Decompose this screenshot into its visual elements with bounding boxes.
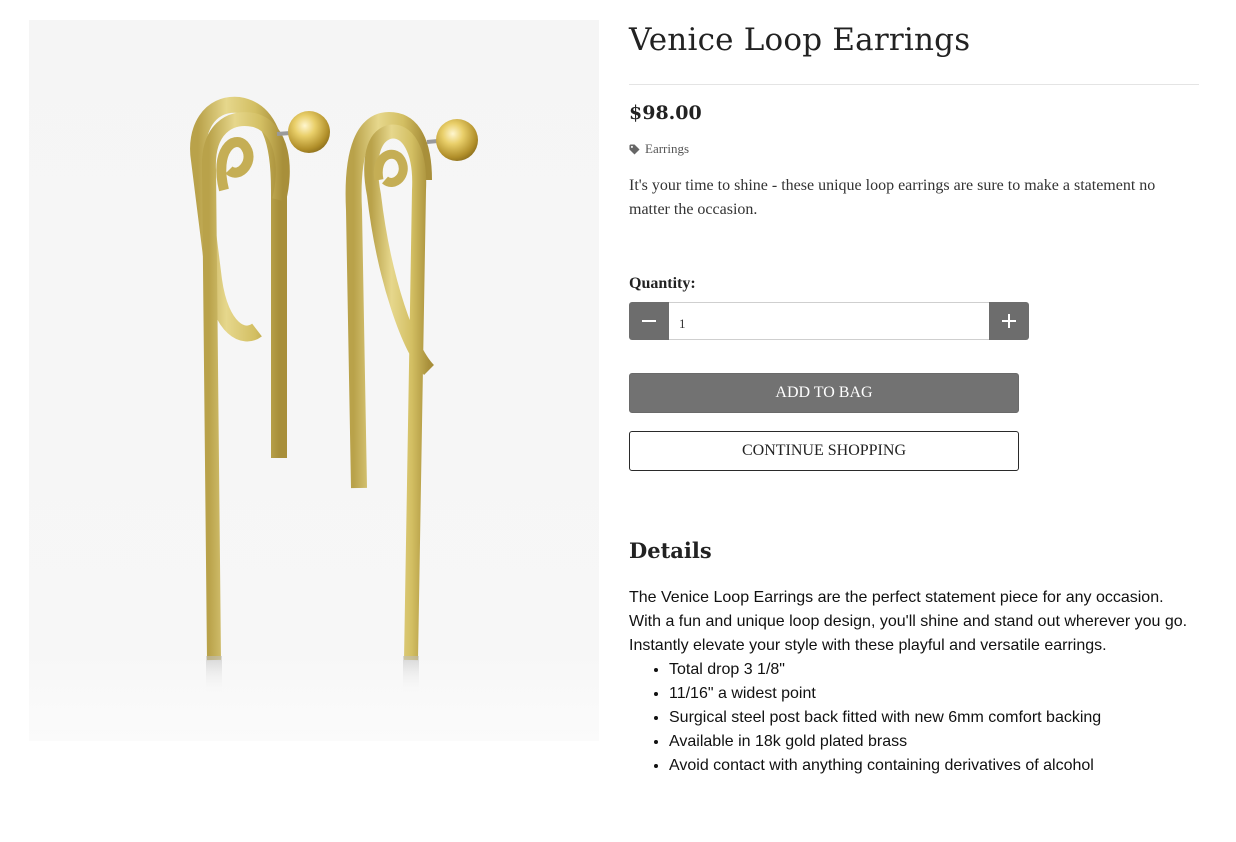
details-list-item: Avoid contact with anything containing d…	[669, 754, 1199, 778]
add-to-bag-button[interactable]: ADD TO BAG	[629, 373, 1019, 413]
continue-shopping-button[interactable]: CONTINUE SHOPPING	[629, 431, 1019, 471]
details-list: Total drop 3 1/8" 11/16" a widest point …	[629, 658, 1199, 778]
details-list-item: 11/16" a widest point	[669, 682, 1199, 706]
quantity-decrement-button[interactable]	[629, 302, 669, 340]
details-heading: Details	[629, 538, 712, 563]
quantity-stepper	[629, 302, 1029, 340]
minus-icon	[642, 320, 656, 322]
quantity-input[interactable]	[669, 302, 989, 340]
details-section: The Venice Loop Earrings are the perfect…	[629, 586, 1199, 778]
details-list-item: Available in 18k gold plated brass	[669, 730, 1199, 754]
quantity-label: Quantity:	[629, 275, 696, 292]
earrings-illustration	[190, 96, 478, 696]
details-paragraph: The Venice Loop Earrings are the perfect…	[629, 589, 1188, 654]
tag-icon	[629, 143, 640, 155]
category-label[interactable]: Earrings	[645, 141, 689, 157]
plus-icon	[1002, 314, 1016, 328]
right-earring	[345, 111, 478, 696]
short-description: It's your time to shine - these unique l…	[629, 177, 1156, 218]
details-list-item: Surgical steel post back fitted with new…	[669, 706, 1199, 730]
title-divider	[629, 84, 1199, 85]
left-earring	[190, 96, 330, 696]
product-title: Venice Loop Earrings	[629, 22, 971, 58]
category-link[interactable]: Earrings	[629, 141, 689, 157]
quantity-increment-button[interactable]	[989, 302, 1029, 340]
details-list-item: Total drop 3 1/8"	[669, 658, 1199, 682]
product-image[interactable]	[29, 20, 599, 741]
product-price: $98.00	[629, 102, 702, 124]
